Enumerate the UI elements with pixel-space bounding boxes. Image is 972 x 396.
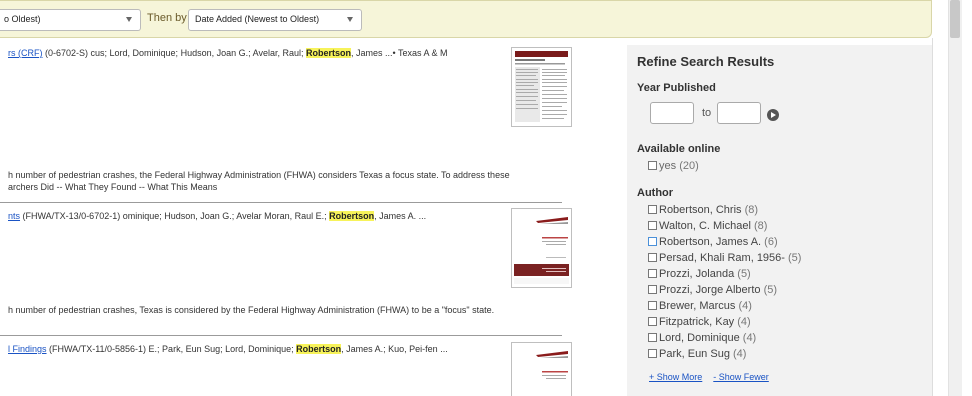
facet-count: (20): [679, 160, 699, 172]
facet-label: Prozzi, Jorge Alberto: [659, 284, 761, 296]
result-abstract: h number of pedestrian crashes, Texas is…: [8, 304, 494, 316]
facet-option-author[interactable]: Walton, C. Michael (8): [648, 220, 767, 233]
facet-count: (4): [737, 316, 751, 328]
show-fewer-link[interactable]: - Show Fewer: [713, 372, 769, 382]
facet-label: Robertson, Chris: [659, 204, 742, 216]
chevron-down-icon: [347, 17, 353, 22]
facet-label: Park, Eun Sug: [659, 348, 730, 360]
facet-count: (6): [764, 236, 778, 248]
result-title-line: nts (FHWA/TX-13/0-6702-1) ominique; Huds…: [8, 210, 426, 222]
result-title-link[interactable]: nts: [8, 211, 20, 221]
checkbox[interactable]: [648, 317, 657, 326]
result-title-link[interactable]: l Findings: [8, 344, 47, 354]
checkbox[interactable]: [648, 205, 657, 214]
result-thumbnail[interactable]: [511, 208, 572, 288]
checkbox[interactable]: [648, 161, 657, 170]
result-meta-after: , James A. ...: [374, 211, 427, 221]
document-cover-image: [515, 51, 568, 122]
panel-divider: [932, 38, 933, 396]
facet-label: Fitzpatrick, Kay: [659, 316, 735, 328]
author-heading: Author: [637, 187, 674, 199]
facet-count: (8): [744, 204, 759, 216]
result-meta: (FHWA/TX-11/0-5856-1) E.; Park, Eun Sug;…: [46, 344, 297, 354]
facet-count: (8): [753, 220, 768, 232]
result-divider: [0, 335, 562, 336]
facet-count: (5): [737, 268, 751, 280]
search-highlight: Robertson: [305, 48, 351, 58]
facet-option-author[interactable]: Persad, Khali Ram, 1956- (5): [648, 252, 801, 265]
go-arrow-icon[interactable]: [767, 109, 779, 121]
facet-option-author[interactable]: Prozzi, Jolanda (5): [648, 268, 751, 281]
facet-option-author[interactable]: Prozzi, Jorge Alberto (5): [648, 284, 777, 297]
result-meta-after: , James ...• Texas A & M: [350, 48, 448, 58]
year-heading: Year Published: [637, 82, 716, 94]
result-title-line: l Findings (FHWA/TX-11/0-5856-1) E.; Par…: [8, 343, 448, 355]
chevron-down-icon: [126, 17, 132, 22]
facet-count: (4): [738, 300, 752, 312]
facet-count: (4): [733, 348, 747, 360]
result-item: rs (CRF) (0-6702-S) cus; Lord, Dominique…: [0, 47, 575, 197]
checkbox[interactable]: [648, 285, 657, 294]
checkbox[interactable]: [648, 253, 657, 262]
result-title-link[interactable]: rs (CRF): [8, 48, 43, 58]
checkbox[interactable]: [648, 349, 657, 358]
facet-label: Brewer, Marcus: [659, 300, 736, 312]
result-divider: [0, 202, 562, 203]
result-meta: (0-6702-S) cus; Lord, Dominique; Hudson,…: [42, 48, 306, 58]
result-meta: (FHWA/TX-13/0-6702-1) ominique; Hudson, …: [20, 211, 330, 221]
facet-option-author[interactable]: Robertson, James A. (6): [648, 236, 778, 249]
facet-option-author[interactable]: Lord, Dominique (4): [648, 332, 756, 345]
abstract-line: archers Did -- What They Found -- What T…: [8, 182, 218, 192]
document-cover-image: [514, 217, 569, 284]
then-by-label: Then by: [147, 12, 187, 24]
facet-label: Prozzi, Jolanda: [659, 268, 735, 280]
facet-label: Robertson, James A.: [659, 236, 762, 248]
year-to-input[interactable]: [717, 102, 761, 124]
facet-label: Persad, Khali Ram, 1956-: [659, 252, 785, 264]
sort-secondary-select[interactable]: Date Added (Newest to Oldest): [188, 9, 362, 31]
facet-more-fewer: + Show More - Show Fewer: [649, 372, 780, 382]
facet-option-online[interactable]: yes (20): [648, 160, 699, 173]
facet-label: Walton, C. Michael: [659, 220, 751, 232]
refine-title: Refine Search Results: [637, 54, 775, 69]
checkbox[interactable]: [648, 301, 657, 310]
result-abstract: h number of pedestrian crashes, the Fede…: [8, 169, 510, 193]
refine-panel: Refine Search Results Year Published to …: [627, 45, 932, 396]
online-heading: Available online: [637, 143, 721, 155]
facet-count: (5): [763, 284, 778, 296]
sort-secondary-value: Date Added (Newest to Oldest): [195, 14, 320, 24]
sort-primary-select[interactable]: o Oldest): [0, 9, 141, 31]
checkbox[interactable]: [648, 269, 657, 278]
search-highlight: Robertson: [296, 344, 342, 354]
result-item: nts (FHWA/TX-13/0-6702-1) ominique; Huds…: [0, 208, 575, 330]
scrollbar-thumb[interactable]: [950, 0, 960, 38]
result-item: l Findings (FHWA/TX-11/0-5856-1) E.; Par…: [0, 342, 575, 396]
sort-primary-value: o Oldest): [4, 14, 41, 24]
facet-option-author[interactable]: Robertson, Chris (8): [648, 204, 758, 217]
abstract-line: h number of pedestrian crashes, Texas is…: [8, 305, 495, 315]
facet-label: Lord, Dominique: [659, 332, 740, 344]
result-title-line: rs (CRF) (0-6702-S) cus; Lord, Dominique…: [8, 47, 448, 59]
facet-count: (4): [742, 332, 757, 344]
year-to-label: to: [702, 107, 712, 119]
checkbox[interactable]: [648, 237, 657, 246]
facet-option-author[interactable]: Park, Eun Sug (4): [648, 348, 746, 361]
facet-option-author[interactable]: Brewer, Marcus (4): [648, 300, 752, 313]
scrollbar-track[interactable]: [948, 0, 962, 396]
document-cover-image: [536, 351, 568, 379]
checkbox[interactable]: [648, 221, 657, 230]
year-from-input[interactable]: [650, 102, 694, 124]
sort-bar: o Oldest) Then by Date Added (Newest to …: [0, 0, 932, 38]
result-meta-after: , James A.; Kuo, Pei-fen ...: [341, 344, 448, 354]
search-highlight: Robertson: [329, 211, 375, 221]
facet-option-author[interactable]: Fitzpatrick, Kay (4): [648, 316, 751, 329]
show-more-link[interactable]: + Show More: [649, 372, 702, 382]
result-thumbnail[interactable]: [511, 47, 572, 127]
facet-count: (5): [788, 252, 802, 264]
checkbox[interactable]: [648, 333, 657, 342]
result-thumbnail[interactable]: [511, 342, 572, 396]
facet-label: yes: [659, 160, 677, 172]
abstract-line: h number of pedestrian crashes, the Fede…: [8, 170, 510, 180]
